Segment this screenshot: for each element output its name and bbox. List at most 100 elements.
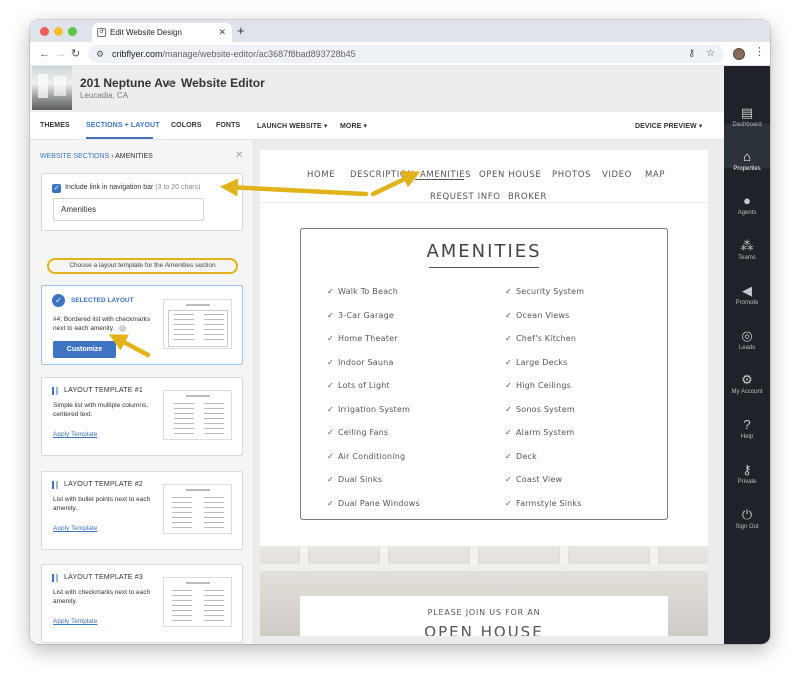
checkmark-icon: ✓ xyxy=(505,428,512,437)
rail-private[interactable]: ⚷ Private xyxy=(724,463,770,486)
nav-link-checkbox-label: Include link in navigation bar (3 to 20 … xyxy=(65,184,201,191)
breadcrumb-website-sections[interactable]: WEBSITE SECTIONS xyxy=(40,153,109,160)
rail-help[interactable]: ? Help xyxy=(724,418,770,441)
site-nav-map[interactable]: MAP xyxy=(645,170,665,180)
open-house-card: PLEASE JOIN US FOR AN OPEN HOUSE xyxy=(300,596,668,636)
amenity-label: Ceiling Fans xyxy=(338,428,389,437)
amenity-label: Irrigation System xyxy=(338,404,411,414)
browser-toolbar: ← → ↻ ⚙ cribflyer.com/manage/website-edi… xyxy=(30,42,770,66)
checkmark-icon: ✓ xyxy=(327,404,334,414)
layout-template-2-card[interactable]: LAYOUT TEMPLATE #2 List with bullet poin… xyxy=(41,471,243,550)
property-address: 201 Neptune Ave xyxy=(80,76,176,90)
amenity-item: ✓ Alarm System xyxy=(505,428,574,437)
checkmark-icon: ✓ xyxy=(505,498,512,508)
site-nav-description[interactable]: DESCRIPTION xyxy=(350,170,414,180)
site-info-icon[interactable]: ⚙ xyxy=(96,45,104,63)
amenity-item: ✓ Irrigation System xyxy=(327,405,410,414)
amenity-label: Ocean Views xyxy=(516,310,570,320)
apply-template-1-link[interactable]: Apply Template xyxy=(53,431,97,438)
close-window-button[interactable] xyxy=(40,27,49,36)
amenity-item: ✓ Security System xyxy=(505,287,584,296)
site-nav-open-house[interactable]: OPEN HOUSE xyxy=(479,170,541,180)
rail-promote[interactable]: ◀ Promote xyxy=(724,284,770,307)
customize-button[interactable]: Customize xyxy=(53,341,116,358)
chevron-down-icon: ▾ xyxy=(363,123,368,130)
layout-template-1-card[interactable]: LAYOUT TEMPLATE #1 Simple list with mult… xyxy=(41,377,243,456)
site-nav-request-info[interactable]: REQUEST INFO xyxy=(430,192,501,202)
apply-template-3-link[interactable]: Apply Template xyxy=(53,618,97,625)
website-preview: HOME DESCRIPTION AMENITIES OPEN HOUSE PH… xyxy=(254,140,724,644)
checkmark-icon: ✓ xyxy=(505,334,512,343)
maximize-window-button[interactable] xyxy=(68,27,77,36)
browser-tab[interactable]: cf Edit Website Design ✕ xyxy=(92,23,232,42)
rail-teams[interactable]: ⁂ Teams xyxy=(724,238,770,262)
info-icon[interactable]: i xyxy=(119,325,126,332)
rail-sign-out[interactable]: ⏻ Sign Out xyxy=(724,507,770,531)
open-house-subtitle: PLEASE JOIN US FOR AN xyxy=(427,608,541,617)
layout-thumbnail xyxy=(163,299,232,349)
menu-more[interactable]: MORE ▾ xyxy=(340,122,367,130)
choose-layout-hint: Choose a layout template for the Ameniti… xyxy=(47,258,238,274)
chevron-down-icon: ▾ xyxy=(323,123,328,130)
menu-colors[interactable]: COLORS xyxy=(171,122,202,129)
checkmark-icon: ✓ xyxy=(327,498,334,508)
amenity-label: Alarm System xyxy=(516,428,575,437)
nav-link-checkbox[interactable]: ✓ xyxy=(52,184,61,193)
template-thumbnail xyxy=(163,484,232,534)
rail-my-account[interactable]: ⚙ My Account xyxy=(724,373,770,396)
password-key-icon[interactable]: ⚷ xyxy=(688,45,695,63)
profile-avatar[interactable] xyxy=(733,48,745,60)
menu-sections-layout[interactable]: SECTIONS + LAYOUT xyxy=(86,122,160,129)
checkmark-icon: ✓ xyxy=(327,381,334,390)
agent-icon: ● xyxy=(743,193,751,208)
open-house-title: OPEN HOUSE xyxy=(424,623,544,636)
breadcrumb-current: AMENITIES xyxy=(115,153,153,160)
bookmark-star-icon[interactable]: ☆ xyxy=(706,45,715,63)
checkmark-icon: ✓ xyxy=(505,310,512,320)
properties-icon: ⌂ xyxy=(743,149,751,164)
rail-dashboard[interactable]: ▤ Dashboard xyxy=(724,106,770,129)
site-nav-home[interactable]: HOME xyxy=(307,170,335,180)
tab-close-icon[interactable]: ✕ xyxy=(218,23,226,42)
nav-divider xyxy=(260,202,708,203)
menu-fonts[interactable]: FONTS xyxy=(216,122,240,129)
site-nav-photos[interactable]: PHOTOS xyxy=(552,170,591,180)
selected-check-icon: ✓ xyxy=(52,294,65,307)
forward-icon[interactable]: → xyxy=(55,46,66,62)
apply-template-2-link[interactable]: Apply Template xyxy=(53,525,97,532)
rail-agents[interactable]: ● Agents xyxy=(724,193,770,217)
property-header: 201 Neptune Ave ▶ Website Editor Leucadi… xyxy=(30,66,724,112)
teams-icon: ⁂ xyxy=(740,238,754,253)
back-icon[interactable]: ← xyxy=(39,46,50,62)
tab-title: Edit Website Design xyxy=(110,28,182,37)
new-tab-button[interactable]: + xyxy=(237,21,245,41)
menu-launch-website[interactable]: LAUNCH WEBSITE ▾ xyxy=(257,122,327,130)
reload-icon[interactable]: ↻ xyxy=(71,46,80,62)
nav-link-input[interactable] xyxy=(53,198,204,221)
right-sidebar: ▤ Dashboard ⌂ Properties ● Agents ⁂ Teams ◀ P… xyxy=(724,66,770,644)
rail-properties[interactable]: ⌂ Properties xyxy=(724,149,770,173)
checkmark-icon: ✓ xyxy=(505,381,512,390)
breadcrumb-arrow-icon: ▶ xyxy=(168,78,175,87)
power-icon: ⏻ xyxy=(741,507,753,522)
close-panel-icon[interactable]: ✕ xyxy=(235,150,243,161)
url-host: cribflyer.com xyxy=(112,49,163,59)
browser-menu-icon[interactable]: ⋮ xyxy=(754,45,765,58)
amenities-title: AMENITIES xyxy=(426,241,542,262)
address-bar[interactable]: ⚙ cribflyer.com/manage/website-editor/ac… xyxy=(88,45,724,63)
amenity-item: ✓ Ocean Views xyxy=(505,311,570,320)
sections-panel: WEBSITE SECTIONS › AMENITIES ✕ ✓ Include… xyxy=(30,140,254,644)
rail-leads[interactable]: ◎ Leads xyxy=(724,329,770,352)
amenity-label: Home Theater xyxy=(338,334,398,343)
layout-template-3-card[interactable]: LAYOUT TEMPLATE #3 List with checkmarks … xyxy=(41,564,243,643)
menu-themes[interactable]: THEMES xyxy=(40,122,70,129)
menu-device-preview[interactable]: DEVICE PREVIEW ▾ xyxy=(635,122,702,130)
amenities-box: AMENITIES ✓ Walk To Beach ✓ 3-Car Garage ✓ Ho… xyxy=(300,228,668,520)
active-menu-underline xyxy=(86,137,153,139)
checkmark-icon: ✓ xyxy=(505,404,512,414)
checkmark-icon: ✓ xyxy=(327,287,334,296)
amenity-label: Dual Sinks xyxy=(338,475,383,484)
minimize-window-button[interactable] xyxy=(54,27,63,36)
site-nav-broker[interactable]: BROKER xyxy=(508,192,547,202)
site-nav-video[interactable]: VIDEO xyxy=(602,170,632,180)
